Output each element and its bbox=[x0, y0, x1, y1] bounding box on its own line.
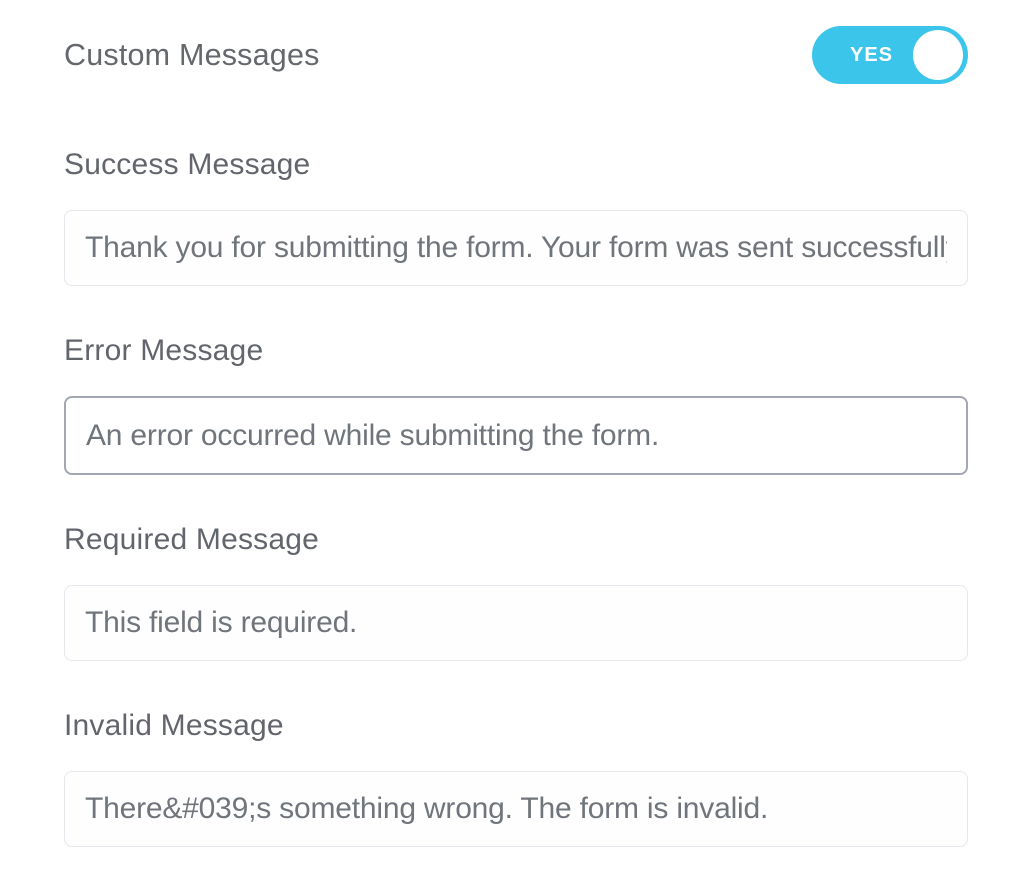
toggle-state-label: YES bbox=[850, 44, 893, 67]
invalid-message-block: Invalid Message bbox=[64, 709, 968, 847]
toggle-knob-icon bbox=[913, 30, 963, 80]
error-message-label: Error Message bbox=[64, 334, 968, 368]
custom-messages-header: Custom Messages YES bbox=[64, 26, 968, 84]
required-message-block: Required Message bbox=[64, 523, 968, 661]
invalid-message-label: Invalid Message bbox=[64, 709, 968, 743]
required-message-label: Required Message bbox=[64, 523, 968, 557]
success-message-label: Success Message bbox=[64, 148, 968, 182]
error-message-input[interactable] bbox=[64, 396, 968, 475]
error-message-block: Error Message bbox=[64, 334, 968, 475]
required-message-input[interactable] bbox=[64, 585, 968, 661]
custom-messages-toggle[interactable]: YES bbox=[812, 26, 968, 84]
invalid-message-input[interactable] bbox=[64, 771, 968, 847]
success-message-block: Success Message bbox=[64, 148, 968, 286]
section-title: Custom Messages bbox=[64, 38, 320, 73]
success-message-input[interactable] bbox=[64, 210, 968, 286]
